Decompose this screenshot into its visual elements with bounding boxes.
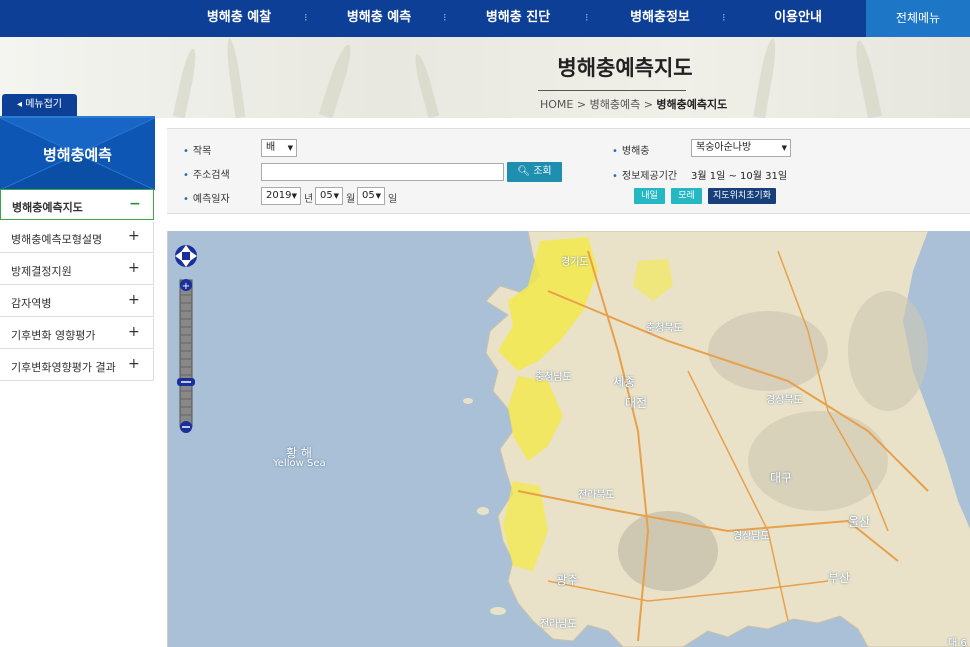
region-label: 경상남도 — [733, 531, 770, 542]
sidebar-item-climate-impact-results[interactable]: 기후변화영향평가 결과 + — [0, 350, 154, 381]
menu-collapse-label: 메뉴접기 — [25, 99, 63, 110]
period-label: • 정보제공기간 — [612, 171, 678, 182]
sidebar-header: 병해충예측 — [0, 116, 155, 190]
search-button[interactable]: 🔍︎ 조회 — [507, 162, 562, 182]
page-title: 병해충예측지도 — [557, 56, 693, 80]
zoom-control-graphic: + — [175, 245, 197, 433]
dropdown-arrow-icon: ▼ — [287, 144, 293, 152]
day-select[interactable]: 05 ▼ — [357, 187, 385, 205]
address-search-input[interactable] — [261, 163, 504, 181]
plus-icon: + — [128, 228, 140, 244]
map-zoom-control: + — [173, 235, 201, 435]
sea-label-english: Yellow Sea — [273, 458, 326, 469]
city-label: 부산 — [828, 571, 851, 585]
sidebar-item-prediction-map[interactable]: 병해충예측지도 − — [0, 189, 154, 220]
prediction-map[interactable]: 황 해 Yellow Sea 경기도 충청북도 충청남도 세종 대전 경상북도 … — [167, 231, 970, 647]
pest-select[interactable]: 복숭아순나방 ▼ — [691, 139, 791, 157]
city-label: 광주 — [556, 573, 579, 587]
region-label: 전라북도 — [578, 490, 615, 501]
nav-item-prediction[interactable]: 병해충 예측 — [326, 0, 432, 37]
map-attribution: 대 6 — [948, 638, 967, 647]
breadcrumb-home[interactable]: HOME — [540, 98, 573, 111]
region-label: 충청남도 — [535, 372, 572, 383]
zoom-in-icon[interactable]: + — [180, 279, 192, 292]
pest-label: • 병해충 — [612, 146, 650, 157]
sidebar: 병해충예측 병해충예측지도 − 병해충예측모형설명 + 방제결정지원 + 감자역… — [0, 116, 155, 647]
nav-item-forecast-survey[interactable]: 병해충 예찰 — [186, 0, 292, 37]
breadcrumb-separator: > — [643, 98, 653, 111]
all-menu-button[interactable]: 전체메뉴 — [866, 0, 970, 37]
sidebar-item-label: 방제결정지원 — [11, 265, 72, 278]
crop-select[interactable]: 배 ▼ — [261, 139, 297, 157]
breadcrumb-section[interactable]: 병해충예측 — [590, 98, 641, 111]
date-label: • 예측일자 — [183, 194, 230, 205]
zoom-slider-handle-icon[interactable] — [177, 378, 195, 386]
sidebar-item-label: 감자역병 — [11, 297, 52, 310]
caret-left-icon: ◂ — [16, 99, 23, 110]
month-select[interactable]: 05 ▼ — [315, 187, 343, 205]
banner-decoration — [172, 47, 200, 118]
reset-map-position-button[interactable]: 지도위치초기화 — [708, 188, 776, 204]
period-value: 3월 1일 ~ 10월 31일 — [691, 171, 788, 182]
filter-panel: • 작목 배 ▼ • 주소검색 🔍︎ 조회 • 예측일자 2019 ▼ 년 05 ▼ 월 0… — [167, 128, 970, 214]
page-banner: 병해충예측지도 HOME > 병해충예측 > 병해충예측지도 — [0, 37, 970, 118]
year-unit: 년 — [304, 194, 314, 205]
nav-item-pest-info[interactable]: 병해충정보 — [610, 0, 710, 37]
breadcrumb-current: 병해충예측지도 — [656, 98, 728, 111]
day-after-tomorrow-button[interactable]: 모레 — [671, 188, 702, 204]
sidebar-item-control-decision[interactable]: 방제결정지원 + — [0, 254, 154, 285]
banner-decoration — [318, 42, 356, 118]
region-label: 전라남도 — [540, 619, 577, 630]
sidebar-item-label: 병해충예측지도 — [12, 201, 83, 214]
pan-arrows-icon[interactable] — [175, 245, 197, 267]
region-label: 충청북도 — [646, 323, 683, 334]
breadcrumb: HOME > 병해충예측 > 병해충예측지도 — [540, 96, 727, 112]
nav-item-diagnosis[interactable]: 병해충 진단 — [465, 0, 571, 37]
sidebar-item-climate-impact[interactable]: 기후변화 영향평가 + — [0, 318, 154, 349]
city-label: 대구 — [770, 471, 793, 485]
breadcrumb-separator: > — [576, 98, 587, 111]
svg-text:+: + — [182, 281, 190, 292]
plus-icon: + — [128, 356, 140, 372]
nav-separator: ⁝ — [722, 11, 726, 24]
month-unit: 월 — [346, 194, 356, 205]
nav-separator: ⁝ — [585, 11, 589, 24]
sidebar-item-label: 기후변화 영향평가 — [11, 329, 96, 342]
address-label: • 주소검색 — [183, 170, 230, 181]
minus-icon: − — [129, 196, 141, 212]
banner-decoration — [411, 52, 440, 118]
banner-decoration — [224, 37, 246, 118]
sidebar-item-model-description[interactable]: 병해충예측모형설명 + — [0, 222, 154, 253]
dropdown-arrow-icon: ▼ — [375, 192, 381, 200]
search-icon: 🔍︎ — [517, 166, 531, 177]
sidebar-item-label: 병해충예측모형설명 — [11, 233, 103, 246]
city-label: 세종 — [613, 375, 636, 389]
sidebar-item-potato-blight[interactable]: 감자역병 + — [0, 286, 154, 317]
nav-separator: ⁝ — [443, 11, 447, 24]
dropdown-arrow-icon: ▼ — [781, 144, 787, 152]
banner-decoration — [753, 37, 779, 118]
city-label: 대전 — [625, 396, 648, 410]
tomorrow-button[interactable]: 내일 — [634, 188, 665, 204]
plus-icon: + — [128, 324, 140, 340]
menu-collapse-button[interactable]: ◂ 메뉴접기 — [2, 94, 77, 116]
dropdown-arrow-icon: ▼ — [291, 192, 297, 200]
sidebar-item-label: 기후변화영향평가 결과 — [11, 361, 116, 374]
day-unit: 일 — [388, 194, 398, 205]
nav-item-guide[interactable]: 이용안내 — [748, 0, 848, 37]
dropdown-arrow-icon: ▼ — [333, 192, 339, 200]
plus-icon: + — [128, 292, 140, 308]
region-label: 경기도 — [561, 257, 589, 268]
title-underline — [538, 90, 686, 91]
region-label: 경상북도 — [766, 395, 803, 406]
nav-separator: ⁝ — [304, 11, 308, 24]
year-select[interactable]: 2019 ▼ — [261, 187, 301, 205]
zoom-out-icon[interactable] — [180, 421, 192, 433]
top-navigation: 병해충 예찰 ⁝ 병해충 예측 ⁝ 병해충 진단 ⁝ 병해충정보 ⁝ 이용안내 … — [0, 0, 970, 37]
city-label: 울산 — [848, 515, 871, 529]
plus-icon: + — [128, 260, 140, 276]
banner-decoration — [852, 39, 882, 118]
crop-label: • 작목 — [183, 146, 212, 157]
sidebar-title: 병해충예측 — [42, 146, 112, 164]
